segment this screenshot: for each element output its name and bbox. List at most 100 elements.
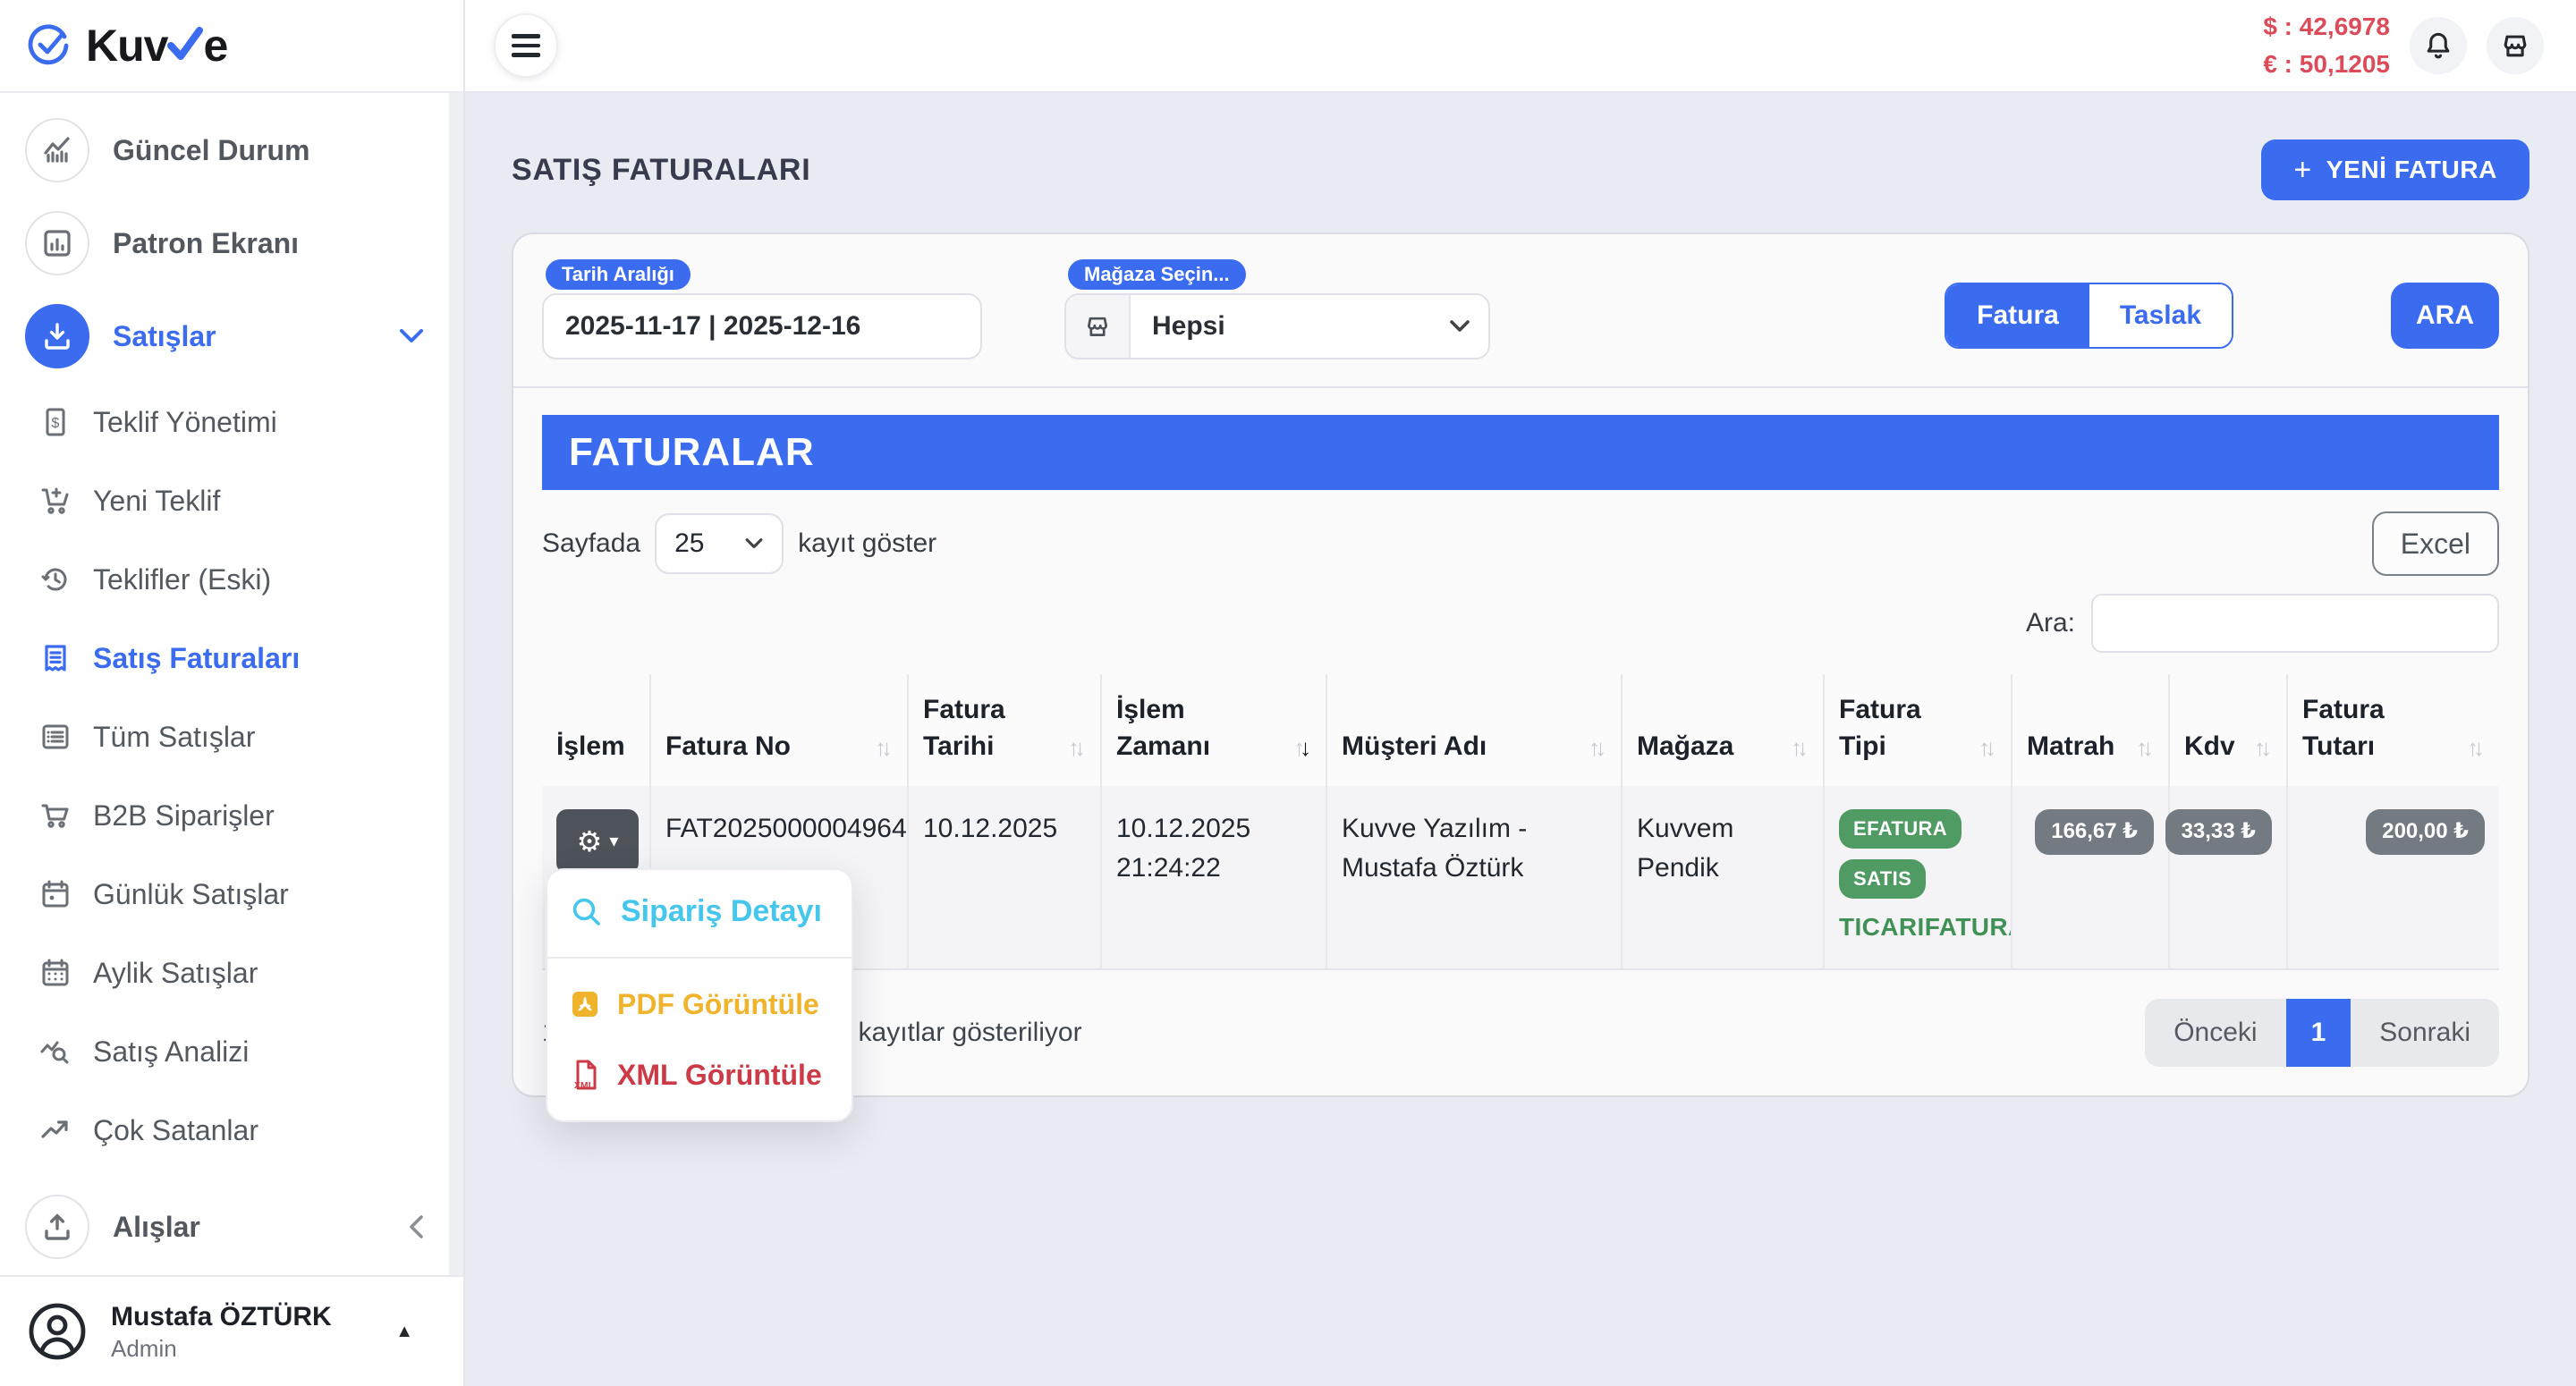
search-icon <box>571 896 603 928</box>
bell-icon <box>2422 30 2454 62</box>
pagination-previous[interactable]: Önceki <box>2145 999 2285 1067</box>
logo[interactable]: Kuv e <box>0 0 463 93</box>
page-size-select[interactable]: 25 <box>655 513 784 574</box>
line-chart-icon <box>25 118 89 182</box>
toggle-taslak[interactable]: Taslak <box>2089 284 2232 347</box>
menu-item-siparis-detayi[interactable]: Sipariş Detayı <box>547 870 852 953</box>
sort-icon[interactable]: ↑↓ <box>1979 736 1996 759</box>
table-search-row: Ara: <box>542 594 2499 653</box>
column-header-magaza[interactable]: Mağaza↑↓ <box>1621 674 1823 786</box>
store-select[interactable]: Hepsi <box>1064 293 1490 359</box>
sidebar-item-label: B2B Siparişler <box>93 799 275 832</box>
cart-icon <box>39 799 72 832</box>
avatar <box>25 1299 89 1364</box>
new-invoice-label: YENİ FATURA <box>2326 156 2497 184</box>
sort-icon[interactable]: ↑↓ <box>875 736 893 759</box>
sidebar-scrollbar[interactable] <box>449 93 463 1386</box>
brand-suffix: e <box>203 20 227 72</box>
sidebar-item-cok-satanlar[interactable]: Çok Satanlar <box>0 1091 463 1170</box>
sidebar-item-teklif-yonetimi[interactable]: $ Teklif Yönetimi <box>0 383 463 461</box>
page-size-value: 25 <box>674 528 704 559</box>
column-header-islem-zamani[interactable]: İşlem Zamanı↑↓ <box>1100 674 1326 786</box>
status-badge-efatura: EFATURA <box>1839 809 1962 849</box>
caret-up-icon: ▲ <box>395 1322 413 1342</box>
row-actions-button[interactable]: ⚙ ▾ <box>556 809 639 874</box>
user-menu[interactable]: Mustafa ÖZTÜRK Admin ▲ <box>0 1275 463 1386</box>
upload-tray-icon <box>25 1195 89 1259</box>
filters-row: Tarih Aralığı 2025-11-17 | 2025-12-16 Ma… <box>542 259 2499 359</box>
cell-fatura-tarihi: 10.12.2025 <box>907 786 1100 968</box>
sort-icon[interactable]: ↑↓ <box>1068 736 1086 759</box>
table-search-label: Ara: <box>2026 608 2075 638</box>
sort-icon[interactable]: ↑↓ <box>2136 736 2154 759</box>
sort-desc-icon[interactable]: ↑↓ <box>1293 736 1311 759</box>
main-area: $ : 42,6978 € : 50,1205 <box>465 0 2576 1386</box>
sort-icon[interactable]: ↑↓ <box>1589 736 1606 759</box>
table-header-row: İşlem Fatura No↑↓ Fatura Tarihi↑↓ İşlem … <box>542 674 2499 786</box>
svg-text:XML: XML <box>574 1081 595 1091</box>
sidebar-item-satis-faturalari[interactable]: Satış Faturaları <box>0 619 463 697</box>
menu-item-pdf-goruntule[interactable]: PDF Görüntüle <box>547 969 852 1039</box>
sidebar-item-patron-ekrani[interactable]: Patron Ekranı <box>0 197 463 290</box>
cell-fatura-tutari: 200,00 ₺ <box>2286 786 2499 968</box>
list-icon <box>39 721 72 753</box>
sidebar-item-guncel-durum[interactable]: Güncel Durum <box>0 104 463 197</box>
table-search-input[interactable] <box>2091 594 2499 653</box>
sidebar-item-gunluk-satislar[interactable]: Günlük Satışlar <box>0 855 463 934</box>
sidebar-item-yeni-teklif[interactable]: Yeni Teklif <box>0 461 463 540</box>
sort-icon[interactable]: ↑↓ <box>2254 736 2272 759</box>
column-header-fatura-tutari[interactable]: Fatura Tutarı↑↓ <box>2286 674 2499 786</box>
search-button[interactable]: ARA <box>2391 283 2499 349</box>
status-badge-satis: SATIS <box>1839 859 1926 899</box>
invoices-card: Tarih Aralığı 2025-11-17 | 2025-12-16 Ma… <box>512 232 2529 1097</box>
column-header-musteri-adi[interactable]: Müşteri Adı↑↓ <box>1326 674 1621 786</box>
sidebar-item-b2b-siparisler[interactable]: B2B Siparişler <box>0 776 463 855</box>
svg-text:$: $ <box>51 416 59 431</box>
hamburger-menu-button[interactable] <box>494 13 558 78</box>
toggle-fatura[interactable]: Fatura <box>1946 284 2089 347</box>
sidebar-item-label: Çok Satanlar <box>93 1114 258 1147</box>
sidebar-item-satislar[interactable]: Satışlar <box>0 290 463 383</box>
pagination-next[interactable]: Sonraki <box>2351 999 2499 1067</box>
filters-divider <box>513 386 2528 388</box>
store-icon <box>1066 295 1131 358</box>
cell-magaza: Kuvvem Pendik <box>1621 786 1823 968</box>
column-header-fatura-no[interactable]: Fatura No↑↓ <box>649 674 907 786</box>
notifications-button[interactable] <box>2410 17 2467 74</box>
column-header-islem[interactable]: İşlem <box>542 674 649 786</box>
sidebar-item-label: Güncel Durum <box>113 134 309 167</box>
chart-search-icon <box>39 1035 72 1068</box>
excel-export-button[interactable]: Excel <box>2372 511 2499 576</box>
column-header-matrah[interactable]: Matrah↑↓ <box>2011 674 2168 786</box>
column-header-fatura-tipi[interactable]: Fatura Tipi↑↓ <box>1823 674 2011 786</box>
sidebar-item-tum-satislar[interactable]: Tüm Satışlar <box>0 697 463 776</box>
usd-rate: $ : 42,6978 <box>2263 8 2390 46</box>
invoices-banner: FATURALAR <box>542 415 2499 490</box>
table-controls: Sayfada 25 kayıt göster Excel <box>542 511 2499 576</box>
sort-icon[interactable]: ↑↓ <box>1791 736 1809 759</box>
bar-chart-icon <box>25 211 89 275</box>
menu-item-xml-goruntule[interactable]: XML XML Görüntüle <box>547 1040 852 1110</box>
sort-icon[interactable]: ↑↓ <box>2467 736 2485 759</box>
history-icon <box>39 563 72 596</box>
date-range-value: 2025-11-17 | 2025-12-16 <box>565 311 860 342</box>
column-header-fatura-tarihi[interactable]: Fatura Tarihi↑↓ <box>907 674 1100 786</box>
user-role: Admin <box>111 1334 332 1364</box>
cell-fatura-tipi: EFATURA SATIS TICARIFATURA <box>1823 786 2011 968</box>
column-header-kdv[interactable]: Kdv↑↓ <box>2168 674 2286 786</box>
sidebar-item-satis-analizi[interactable]: Satış Analizi <box>0 1012 463 1091</box>
pdf-file-icon <box>571 990 599 1018</box>
sidebar-item-label: Satış Faturaları <box>93 642 300 675</box>
invoice-draft-toggle: Fatura Taslak <box>1945 283 2233 349</box>
date-range-input[interactable]: 2025-11-17 | 2025-12-16 <box>542 293 982 359</box>
sidebar-item-alislar[interactable]: Alışlar <box>0 1180 463 1273</box>
sidebar-item-teklifler-eski[interactable]: Teklifler (Eski) <box>0 540 463 619</box>
sidebar-item-aylik-satislar[interactable]: Aylik Satışlar <box>0 934 463 1012</box>
chevron-left-icon <box>408 1214 424 1239</box>
pagination: Önceki 1 Sonraki <box>2145 999 2499 1067</box>
new-invoice-button[interactable]: + YENİ FATURA <box>2261 139 2529 200</box>
sidebar-item-label: Teklifler (Eski) <box>93 563 271 596</box>
store-button[interactable] <box>2487 17 2544 74</box>
pagination-page-1[interactable]: 1 <box>2286 999 2351 1067</box>
date-range-label: Tarih Aralığı <box>546 259 691 290</box>
